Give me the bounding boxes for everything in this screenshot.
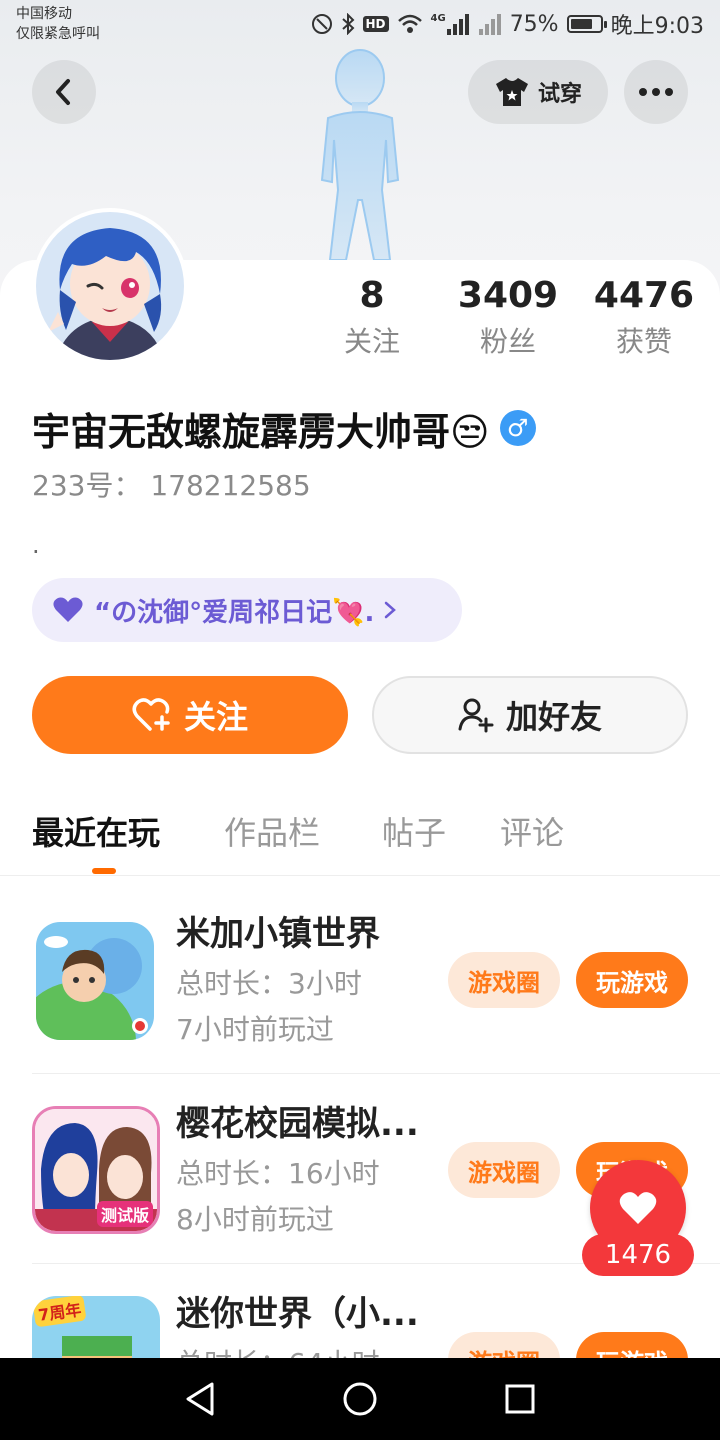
tab-posts[interactable]: 帖子 [382,808,446,858]
user-bio: . [32,531,40,559]
purple-heart-icon [53,597,83,622]
unamused-emoji: 😒 [450,409,490,454]
add-friend-label: 加好友 [505,698,602,736]
add-friend-button[interactable]: 加好友 [372,676,688,754]
game-last-played: 8小时前玩过 [176,1203,334,1236]
play-game-button[interactable]: 玩游戏 [576,952,688,1008]
follow-button[interactable]: 关注 [32,676,348,754]
chevron-right-icon [385,601,397,619]
game-last-played: 7小时前玩过 [176,1013,334,1046]
cell-signal-icon: 4G [431,13,470,35]
bluetooth-icon [341,13,355,35]
profile-tabs: 最近在玩 作品栏 帖子 评论 [0,800,720,876]
heart-plus-icon [132,698,170,731]
user-id: 233号： 178212585 [32,469,311,502]
stat-likes[interactable]: 4476 获赞 [584,272,704,364]
nav-recents-button[interactable] [500,1379,540,1419]
stat-fans[interactable]: 3409 粉丝 [448,272,568,364]
following-count: 8 [359,275,385,316]
game-duration: 总时长：3小时 [176,967,362,1000]
following-label: 关注 [343,325,400,358]
stat-following[interactable]: 8 关注 [312,272,432,364]
game-title: 米加小镇世界 [176,914,380,954]
game-duration: 总时长：16小时 [176,1157,380,1190]
emergency-only-text: 仅限紧急呼叫 [16,26,100,42]
game-icon-image [36,922,154,1040]
username: 宇宙无敌螺旋霹雳大帅哥😒 [32,401,490,456]
likes-received-count: 4476 [593,275,695,316]
fans-count: 3409 [457,275,559,316]
carrier-name: 中国移动 [16,6,72,22]
clock: 晚上9:03 [610,14,704,39]
anime-avatar-image [36,212,184,360]
profile-stats: 8 关注 3409 粉丝 4476 获赞 [330,272,710,372]
username-row: 宇宙无敌螺旋霹雳大帅哥😒 ♂ [32,398,536,458]
triangle-back-icon [186,1382,214,1416]
tab-recently-played[interactable]: 最近在玩 [32,808,160,858]
circle-home-icon [343,1382,377,1416]
hd-voice-icon: HD [362,16,389,32]
try-on-label: 试穿 [537,82,582,107]
square-recents-icon [505,1384,535,1414]
wifi-icon [397,13,423,35]
male-gender-icon: ♂ [499,410,536,446]
add-user-icon [458,698,494,733]
game-circle-button[interactable]: 游戏圈 [448,1142,560,1198]
status-icons: HD 4G 75% 晚上9:03 [311,8,704,40]
follow-label: 关注 [183,698,248,736]
tab-works[interactable]: 作品栏 [224,808,320,858]
game-title: 迷你世界（小... [176,1294,419,1334]
avatar[interactable] [32,208,188,364]
family-label: “の沈御°爱周祁日记💘. [94,597,375,628]
more-dots-icon [639,88,673,96]
system-navigation-bar [0,1358,720,1440]
game-circle-button[interactable]: 游戏圈 [448,952,560,1008]
cell-signal-2-icon [478,13,502,35]
network-type: 4G [430,13,446,24]
tab-comments[interactable]: 评论 [500,808,564,858]
game-icon-image: 测试版 [32,1106,160,1234]
carrier-info: 中国移动 仅限紧急呼叫 [16,4,100,44]
game-title: 樱花校园模拟... [176,1104,419,1144]
test-version-badge: 测试版 [96,1201,153,1227]
like-count-badge: 1476 [582,1234,694,1276]
nav-home-button[interactable] [340,1379,380,1419]
status-bar: 中国移动 仅限紧急呼叫 HD 4G 75% 晚上9:03 [0,0,720,48]
heart-icon [619,1192,657,1224]
more-options-button[interactable] [624,60,688,124]
mute-icon [311,13,333,35]
nav-back-button[interactable] [180,1379,220,1419]
username-text: 宇宙无敌螺旋霹雳大帅哥 [32,409,451,454]
family-badge-chip[interactable]: “の沈御°爱周祁日记💘. [32,578,462,642]
tshirt-icon [495,78,528,106]
battery-percent: 75% [509,11,559,37]
battery-icon [566,15,607,33]
try-on-button[interactable]: 试穿 [468,60,608,124]
battery-fill [570,19,592,29]
3d-avatar-silhouette [320,49,400,261]
chevron-left-icon [56,79,70,105]
fans-label: 粉丝 [479,325,536,358]
back-button[interactable] [32,60,96,124]
active-tab-indicator [92,868,116,874]
list-item[interactable]: 米加小镇世界 总时长：3小时 7小时前玩过 游戏圈 玩游戏 [32,884,720,1074]
likes-received-label: 获赞 [615,325,672,358]
